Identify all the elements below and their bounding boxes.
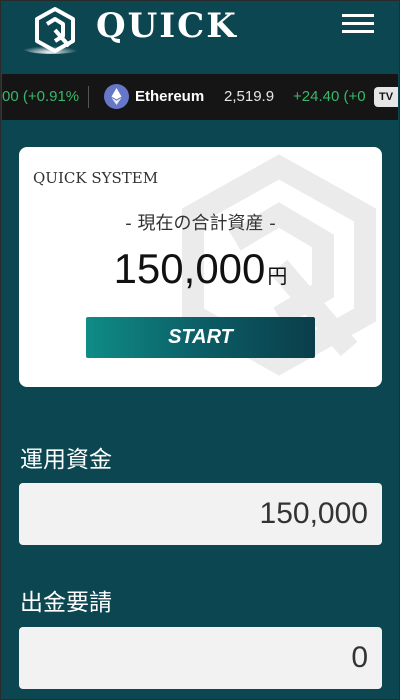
- price-ticker[interactable]: 00 (+0.91% Ethereum 2,519.9 +24.40 (+0 T…: [2, 74, 398, 120]
- app-header: QUICK: [0, 0, 400, 66]
- total-assets-value: 150,000: [113, 245, 266, 292]
- currency-unit: 円: [267, 264, 288, 288]
- withdrawal-request-field[interactable]: 0: [19, 627, 382, 689]
- ticker-prev-change: 00 (+0.91%: [2, 88, 80, 105]
- menu-bar: [342, 14, 374, 17]
- ticker-divider: [88, 86, 89, 108]
- total-assets-card: QUICK SYSTEM - 現在の合計資産 - 150,000 円 START: [19, 147, 382, 387]
- operating-funds-label: 運用資金: [20, 447, 112, 473]
- logo-text: QUICK: [96, 6, 238, 46]
- operating-funds-field[interactable]: 150,000: [19, 483, 382, 545]
- total-assets-label: - 現在の合計資産 -: [125, 213, 276, 234]
- quick-logo-icon: [22, 7, 82, 54]
- menu-bar: [342, 30, 374, 33]
- start-button[interactable]: START: [86, 317, 315, 358]
- ticker-item-change: +24.40 (+0: [293, 88, 366, 105]
- withdrawal-request-label: 出金要請: [20, 590, 112, 616]
- hamburger-menu-icon[interactable]: [342, 14, 374, 36]
- card-brand: QUICK SYSTEM: [33, 169, 159, 187]
- ticker-item-price: 2,519.9: [224, 88, 275, 105]
- tradingview-logo-icon[interactable]: TV: [374, 87, 398, 107]
- ticker-item-name[interactable]: Ethereum: [135, 88, 204, 105]
- total-assets-amount: 150,000 円: [19, 245, 382, 293]
- ethereum-icon: [104, 84, 129, 109]
- menu-bar: [342, 22, 374, 25]
